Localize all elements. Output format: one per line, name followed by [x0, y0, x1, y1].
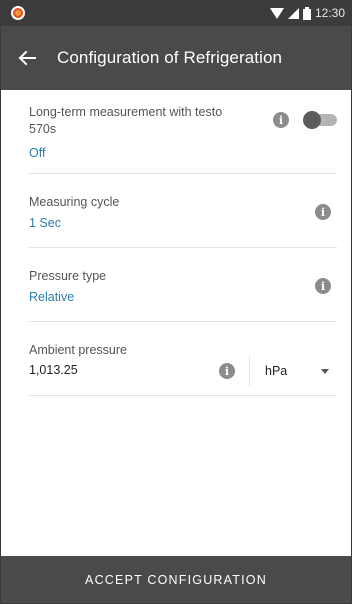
accept-configuration-label: ACCEPT CONFIGURATION — [85, 572, 267, 587]
settings-list: Long-term measurement with testo 570s Of… — [1, 90, 351, 396]
info-icon[interactable]: i — [315, 204, 331, 220]
chevron-down-icon — [321, 369, 329, 374]
unit-divider — [249, 356, 250, 386]
long-term-label: Long-term measurement with testo 570s — [29, 105, 223, 136]
pressure-type-value: Relative — [29, 290, 75, 304]
setting-pressure-type[interactable]: Pressure type Relative i — [29, 248, 337, 322]
toggle-knob — [303, 111, 321, 129]
status-bar: 12:30 — [1, 0, 351, 26]
page-title: Configuration of Refrigeration — [57, 48, 283, 67]
battery-icon — [302, 6, 311, 20]
info-icon[interactable]: i — [219, 363, 235, 379]
measuring-cycle-label: Measuring cycle — [29, 195, 120, 209]
accept-configuration-button[interactable]: ACCEPT CONFIGURATION — [1, 556, 351, 603]
info-icon[interactable]: i — [273, 112, 289, 128]
long-term-toggle[interactable] — [303, 111, 337, 129]
status-time: 12:30 — [314, 6, 345, 20]
setting-ambient-pressure: Ambient pressure 1,013.25 i hPa — [29, 322, 337, 396]
setting-long-term-measurement[interactable]: Long-term measurement with testo 570s Of… — [29, 90, 337, 174]
app-screen: 12:30 Configuration of Refrigeration Lon… — [0, 0, 352, 604]
app-notification-icon — [11, 6, 25, 20]
app-bar: Configuration of Refrigeration — [1, 26, 351, 90]
info-icon[interactable]: i — [315, 278, 331, 294]
long-term-value: Off — [29, 146, 46, 160]
wifi-icon — [269, 7, 284, 19]
unit-select[interactable]: hPa — [251, 356, 339, 386]
back-button[interactable] — [15, 46, 39, 70]
signal-icon — [287, 7, 299, 19]
setting-measuring-cycle[interactable]: Measuring cycle 1 Sec i — [29, 174, 337, 248]
status-icons: 12:30 — [269, 6, 345, 20]
arrow-left-icon — [18, 50, 36, 66]
unit-value: hPa — [265, 364, 288, 378]
pressure-type-label: Pressure type — [29, 269, 107, 283]
measuring-cycle-value: 1 Sec — [29, 216, 61, 230]
